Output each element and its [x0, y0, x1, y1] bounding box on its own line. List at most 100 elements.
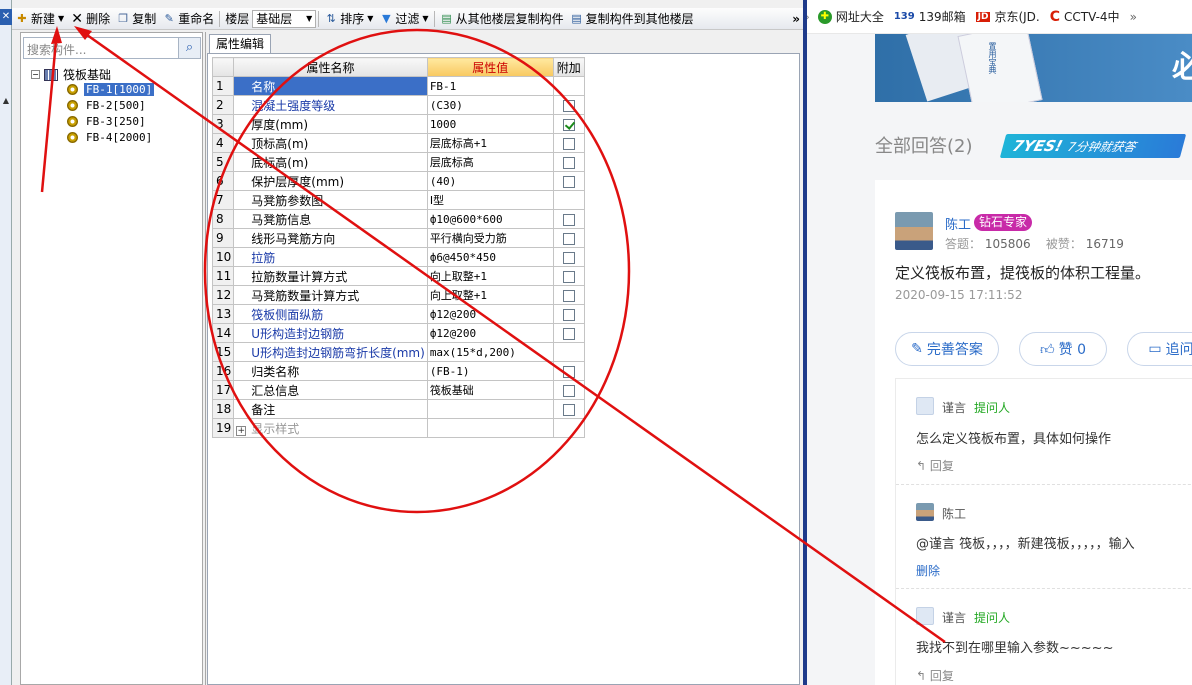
- property-value-cell[interactable]: ф12@200: [426, 304, 554, 324]
- tree-item-fb3[interactable]: FB-3[250]: [67, 115, 148, 128]
- property-row[interactable]: 12 马凳筋数量计算方式 向上取整+1: [211, 285, 585, 305]
- expand-icon[interactable]: +: [236, 425, 247, 436]
- search-input[interactable]: 搜索构件... ⌕: [23, 37, 201, 59]
- filter-button[interactable]: ▼ 过滤 ▼: [376, 9, 431, 29]
- toolbar-divider: [219, 10, 221, 27]
- property-row[interactable]: 2 混凝土强度等级 (C30): [211, 95, 585, 115]
- property-row[interactable]: 15 U形构造封边钢筋弯折长度(mm) max(15*d,200): [211, 342, 585, 362]
- followup-button[interactable]: ▭ 追问: [1127, 332, 1192, 366]
- property-value-cell[interactable]: 层底标高: [426, 152, 554, 172]
- answer-timestamp: 2020-09-15 17:11:52: [895, 288, 1023, 302]
- add-checkbox[interactable]: [562, 384, 575, 397]
- property-value-cell[interactable]: 1000: [426, 114, 554, 134]
- property-row[interactable]: 9 线形马凳筋方向 平行横向受力筋: [211, 228, 585, 248]
- add-checkbox[interactable]: [562, 327, 575, 340]
- comment-username[interactable]: 谨言: [942, 609, 966, 626]
- reply-button[interactable]: ↰ 回复: [916, 457, 954, 474]
- add-checkbox[interactable]: [562, 118, 575, 131]
- property-value-cell[interactable]: 平行横向受力筋: [426, 228, 554, 248]
- delete-comment-button[interactable]: 删除: [916, 562, 940, 579]
- answer-username[interactable]: 陈工: [945, 214, 971, 233]
- improve-answer-button[interactable]: ✎ 完善答案: [895, 332, 999, 366]
- add-checkbox[interactable]: [562, 289, 575, 302]
- bookmark-jd[interactable]: JD 京东(JD.: [975, 8, 1040, 25]
- component-icon: [67, 100, 78, 111]
- add-checkbox[interactable]: [562, 156, 575, 169]
- property-value-cell[interactable]: (FB-1): [426, 361, 554, 381]
- property-row[interactable]: 13 筏板侧面纵筋 ф12@200: [211, 304, 585, 324]
- property-row[interactable]: 8 马凳筋信息 ф10@600*600: [211, 209, 585, 229]
- sort-button[interactable]: ⇅ 排序 ▼: [321, 9, 376, 29]
- tree-root[interactable]: − 筏板基础: [31, 66, 111, 83]
- add-checkbox[interactable]: [562, 99, 575, 112]
- property-value-cell[interactable]: FB-1: [426, 76, 554, 96]
- close-icon[interactable]: ✕: [0, 9, 12, 25]
- add-checkbox[interactable]: [562, 232, 575, 245]
- tree-item-fb1[interactable]: FB-1[1000]: [67, 83, 155, 96]
- copy-button[interactable]: ❐ 复制: [113, 9, 159, 29]
- add-checkbox[interactable]: [562, 365, 575, 378]
- property-value-cell[interactable]: [426, 399, 554, 419]
- delete-button[interactable]: ✕ 删除: [67, 9, 113, 29]
- property-row[interactable]: 18 备注: [211, 399, 585, 419]
- property-row[interactable]: 7 马凳筋参数图 Ⅰ型: [211, 190, 585, 210]
- property-row[interactable]: 1 名称 FB-1: [211, 76, 585, 96]
- property-row[interactable]: 17 汇总信息 筏板基础: [211, 380, 585, 400]
- bookmarks-scroll-left-icon[interactable]: ›: [807, 10, 810, 24]
- add-checkbox[interactable]: [562, 213, 575, 226]
- reply-button[interactable]: ↰ 回复: [916, 667, 954, 684]
- property-row[interactable]: 10 拉筋 ф6@450*450: [211, 247, 585, 267]
- floor-select[interactable]: 基础层 ▼: [252, 9, 317, 28]
- add-checkbox[interactable]: [562, 270, 575, 283]
- property-value-cell[interactable]: [426, 418, 554, 438]
- property-value-cell[interactable]: 筏板基础: [426, 380, 554, 400]
- ad-banner[interactable]: 置用宝典 必: [875, 34, 1192, 102]
- property-row[interactable]: 3 厚度(mm) 1000: [211, 114, 585, 134]
- property-value-cell[interactable]: (C30): [426, 95, 554, 115]
- property-value-cell[interactable]: 向上取整+1: [426, 285, 554, 305]
- comment-username[interactable]: 谨言: [942, 399, 966, 416]
- add-checkbox[interactable]: [562, 175, 575, 188]
- scroll-up-icon[interactable]: ▲: [1, 96, 11, 108]
- tree-item-fb2[interactable]: FB-2[500]: [67, 99, 148, 112]
- property-value-cell[interactable]: Ⅰ型: [426, 190, 554, 210]
- avatar[interactable]: [895, 212, 933, 250]
- property-row[interactable]: 19 + 显示样式: [211, 418, 585, 438]
- add-checkbox[interactable]: [562, 251, 575, 264]
- tab-property-edit[interactable]: 属性编辑: [209, 34, 272, 54]
- property-row[interactable]: 4 顶标高(m) 层底标高+1: [211, 133, 585, 153]
- copy-to-other-floor-button[interactable]: ▤ 复制构件到其他楼层: [567, 9, 697, 29]
- new-button[interactable]: ✚ 新建 ▼: [12, 9, 67, 29]
- property-row[interactable]: 14 U形构造封边钢筋 ф12@200: [211, 323, 585, 343]
- property-value-cell[interactable]: ф12@200: [426, 323, 554, 343]
- rename-button[interactable]: ✎ 重命名: [159, 9, 217, 29]
- property-row[interactable]: 16 归类名称 (FB-1): [211, 361, 585, 381]
- property-row[interactable]: 6 保护层厚度(mm) (40): [211, 171, 585, 191]
- property-row[interactable]: 11 拉筋数量计算方式 向上取整+1: [211, 266, 585, 286]
- expert-badge: 钻石专家: [974, 214, 1033, 231]
- search-icon[interactable]: ⌕: [178, 38, 200, 58]
- toolbar-overflow-button[interactable]: »: [789, 9, 803, 29]
- floor-label: 楼层: [225, 12, 250, 26]
- collapse-icon[interactable]: −: [31, 70, 40, 79]
- bookmark-139[interactable]: 139 139邮箱: [894, 8, 966, 25]
- tree-item-label: FB-3[250]: [86, 115, 146, 128]
- tree-item-fb4[interactable]: FB-4[2000]: [67, 131, 154, 144]
- comment-username[interactable]: 陈工: [942, 505, 966, 522]
- property-value-cell[interactable]: max(15*d,200): [426, 342, 554, 362]
- property-row[interactable]: 5 底标高(m) 层底标高: [211, 152, 585, 172]
- property-value-cell[interactable]: ф6@450*450: [426, 247, 554, 267]
- bookmark-cctv[interactable]: C CCTV-4中: [1050, 8, 1120, 25]
- add-checkbox[interactable]: [562, 137, 575, 150]
- property-value-cell[interactable]: 层底标高+1: [426, 133, 554, 153]
- like-button[interactable]: 👍︎ 赞 0: [1019, 332, 1107, 366]
- property-value-cell[interactable]: 向上取整+1: [426, 266, 554, 286]
- add-checkbox[interactable]: [562, 308, 575, 321]
- add-checkbox[interactable]: [562, 403, 575, 416]
- property-value-cell[interactable]: ф10@600*600: [426, 209, 554, 229]
- new-icon: ✚: [17, 11, 27, 25]
- copy-from-other-floor-button[interactable]: ▤ 从其他楼层复制构件: [437, 9, 567, 29]
- bookmark-wangzhi[interactable]: ✚ 网址大全: [817, 8, 884, 25]
- property-value-cell[interactable]: (40): [426, 171, 554, 191]
- bookmarks-overflow-button[interactable]: »: [1130, 10, 1137, 24]
